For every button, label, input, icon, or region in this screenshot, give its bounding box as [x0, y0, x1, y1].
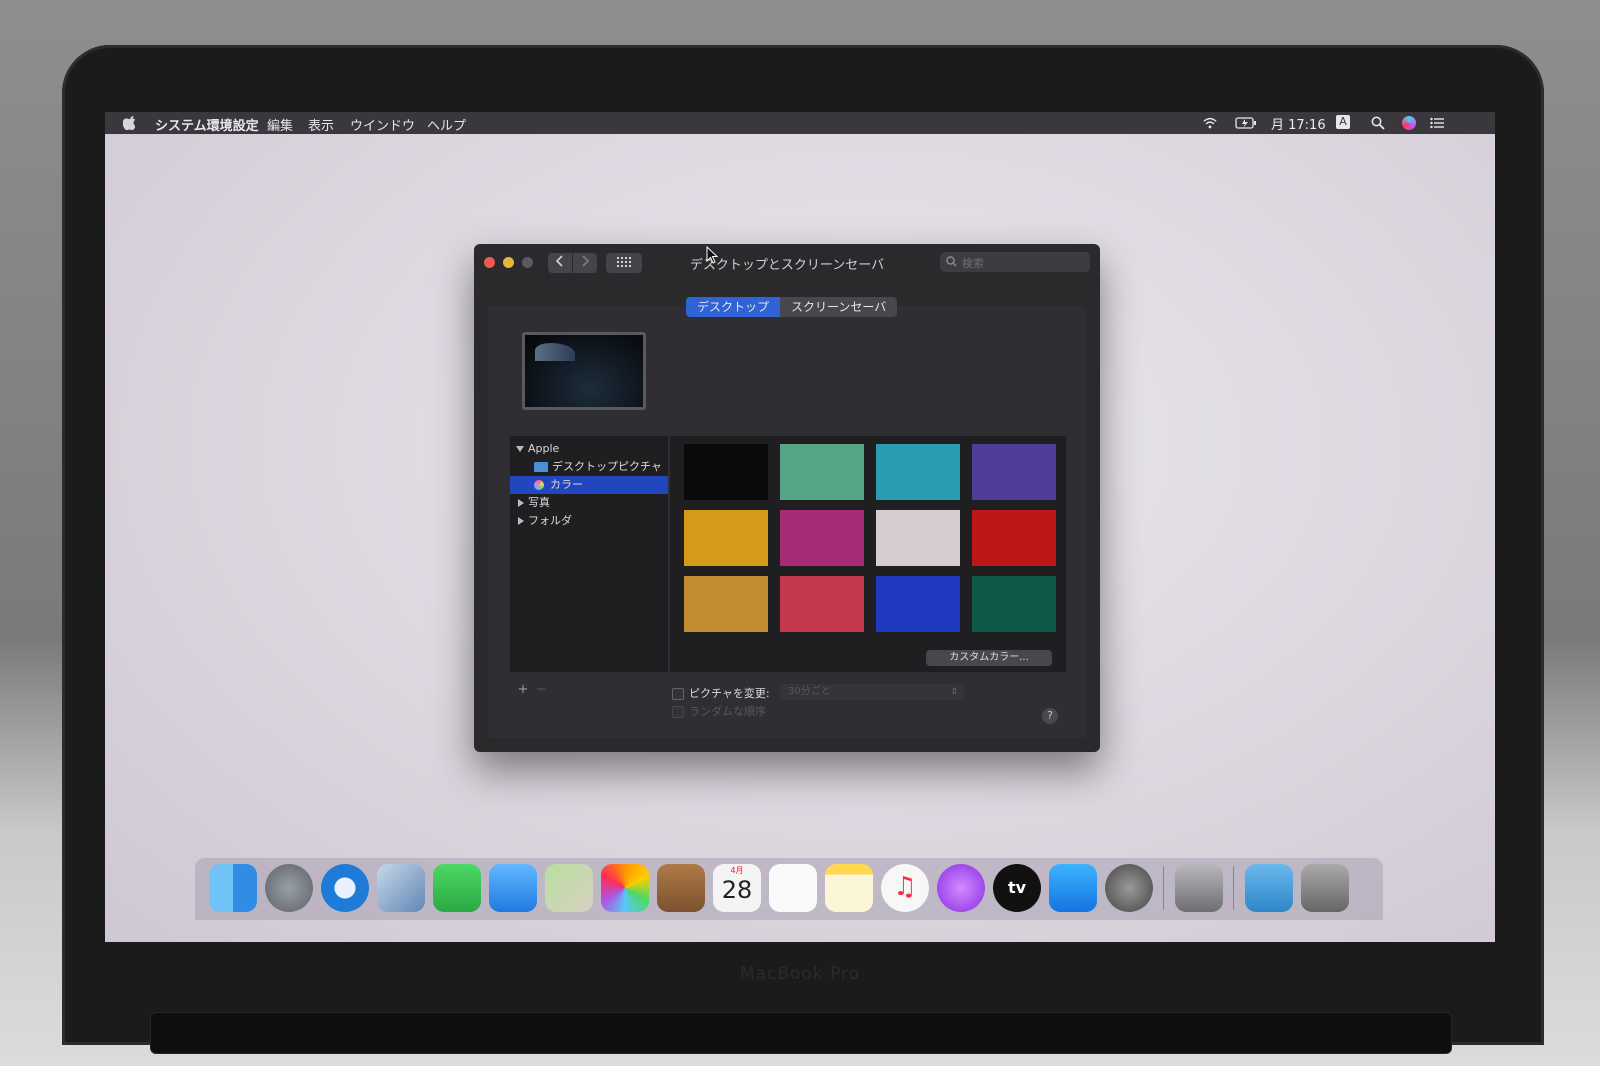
contacts-icon[interactable]: [657, 864, 705, 912]
search-field[interactable]: 検索: [940, 252, 1090, 272]
facetime-icon[interactable]: [433, 864, 481, 912]
color-swatch[interactable]: [684, 576, 768, 632]
interval-select[interactable]: 30分ごと ⇕: [780, 684, 964, 700]
sidebar-group-folders[interactable]: フォルダ: [510, 512, 668, 530]
color-swatch[interactable]: [876, 510, 960, 566]
calendar-day: 28: [721, 876, 753, 904]
color-swatch-grid: [670, 436, 1066, 672]
battery-charging-icon[interactable]: [1235, 116, 1257, 130]
input-source-indicator[interactable]: A: [1336, 115, 1350, 129]
tv-label: tv: [1007, 878, 1027, 897]
disclosure-closed-icon: [518, 517, 524, 525]
trash-icon[interactable]: [1301, 864, 1349, 912]
sidebar-item-label: カラー: [550, 478, 583, 491]
screen: システム環境設定 編集 表示 ウインドウ ヘルプ 月 17:16 A デスクトッ…: [105, 112, 1495, 942]
sidebar-item-desktop-pictures[interactable]: デスクトップピクチャ: [510, 458, 668, 476]
sidebar-item-colors[interactable]: カラー: [510, 476, 668, 494]
color-swatch[interactable]: [972, 444, 1056, 500]
search-placeholder: 検索: [962, 257, 984, 270]
system-preferences-icon[interactable]: [1105, 864, 1153, 912]
add-folder-button[interactable]: +: [514, 682, 532, 697]
change-picture-option[interactable]: ピクチャを変更:: [672, 685, 770, 701]
wallpaper-preview: [522, 332, 646, 410]
calendar-month: 4月: [730, 866, 744, 875]
color-swatch[interactable]: [780, 576, 864, 632]
music-note-glyph: ♫: [893, 872, 917, 902]
color-swatch[interactable]: [876, 444, 960, 500]
search-icon: [946, 256, 957, 267]
dock-separator: [1163, 866, 1164, 910]
notification-center-icon[interactable]: [1430, 116, 1444, 130]
interval-value: 30分ごと: [788, 686, 831, 697]
color-wheel-icon: [534, 480, 544, 490]
stepper-arrows-icon: ⇕: [950, 687, 958, 697]
apple-menu-icon[interactable]: [123, 116, 135, 130]
disclosure-open-icon: [516, 446, 524, 452]
tab-screensaver[interactable]: スクリーンセーバ: [780, 297, 898, 317]
sidebar-group-label: フォルダ: [528, 514, 572, 527]
sidebar-group-photos[interactable]: 写真: [510, 494, 668, 512]
tv-icon[interactable]: tv: [993, 864, 1041, 912]
launchpad-icon[interactable]: [265, 864, 313, 912]
sidebar-group-label: Apple: [528, 442, 560, 455]
menu-help[interactable]: ヘルプ: [427, 115, 466, 134]
color-swatch[interactable]: [972, 576, 1056, 632]
random-order-checkbox[interactable]: [672, 706, 684, 718]
folder-icon: [534, 462, 548, 472]
color-swatch[interactable]: [780, 510, 864, 566]
automator-icon[interactable]: [1175, 864, 1223, 912]
help-button[interactable]: ?: [1042, 708, 1058, 724]
siri-icon[interactable]: [1402, 116, 1416, 130]
wifi-icon[interactable]: [1203, 116, 1217, 130]
desktop-screensaver-window: デスクトップとスクリーンセーバ 検索 デスクトップ スクリーンセーバ Apple…: [474, 244, 1100, 752]
sidebar-group-label: 写真: [528, 496, 550, 509]
color-swatch[interactable]: [684, 510, 768, 566]
source-list: Apple デスクトップピクチャ カラー 写真 フォルダ: [510, 436, 668, 672]
sidebar-group-apple[interactable]: Apple: [510, 440, 674, 458]
remove-folder-button[interactable]: −: [532, 682, 550, 697]
tab-desktop[interactable]: デスクトップ: [686, 297, 781, 317]
color-swatch[interactable]: [780, 444, 864, 500]
maps-icon[interactable]: [545, 864, 593, 912]
safari-icon[interactable]: [321, 864, 369, 912]
model-label: MacBook Pro: [739, 964, 861, 984]
menu-window[interactable]: ウインドウ: [350, 115, 415, 134]
change-picture-checkbox[interactable]: [672, 688, 684, 700]
disclosure-closed-icon: [518, 499, 524, 507]
touch-bar: [150, 1012, 1452, 1054]
tab-control: デスクトップ スクリーンセーバ: [686, 297, 898, 317]
mail-icon[interactable]: [377, 864, 425, 912]
photos-icon[interactable]: [601, 864, 649, 912]
menu-edit[interactable]: 編集: [267, 115, 293, 134]
music-icon[interactable]: ♫: [881, 864, 929, 912]
menu-view[interactable]: 表示: [308, 115, 334, 134]
random-order-option[interactable]: ランダムな順序: [672, 703, 766, 719]
mouse-cursor-icon: [706, 246, 718, 264]
notes-icon[interactable]: [825, 864, 873, 912]
color-swatch[interactable]: [684, 444, 768, 500]
reminders-icon[interactable]: [769, 864, 817, 912]
menu-app-name[interactable]: システム環境設定: [155, 115, 259, 134]
color-swatch[interactable]: [876, 576, 960, 632]
custom-color-button[interactable]: カスタムカラー...: [926, 650, 1052, 666]
messages-icon[interactable]: [489, 864, 537, 912]
color-swatch[interactable]: [972, 510, 1056, 566]
random-order-label: ランダムな順序: [689, 705, 766, 718]
podcasts-icon[interactable]: [937, 864, 985, 912]
finder-icon[interactable]: [209, 864, 257, 912]
dock: 4月 28 ♫ tv: [195, 858, 1383, 920]
calendar-icon[interactable]: 4月 28: [713, 864, 761, 912]
downloads-folder-icon[interactable]: [1245, 864, 1293, 912]
app-store-icon[interactable]: [1049, 864, 1097, 912]
dock-separator: [1233, 866, 1234, 910]
laptop-chin: MacBook Pro: [100, 950, 1500, 1010]
wallpaper-thumbnail: [525, 335, 643, 407]
spotlight-search-icon[interactable]: [1371, 116, 1385, 130]
sidebar-item-label: デスクトップピクチャ: [552, 460, 662, 473]
change-picture-label: ピクチャを変更:: [689, 687, 770, 700]
clock[interactable]: 月 17:16: [1271, 114, 1326, 133]
menu-bar: システム環境設定 編集 表示 ウインドウ ヘルプ 月 17:16 A: [105, 112, 1495, 134]
add-remove-controls: + −: [514, 682, 550, 698]
title-bar: デスクトップとスクリーンセーバ 検索: [474, 244, 1100, 280]
